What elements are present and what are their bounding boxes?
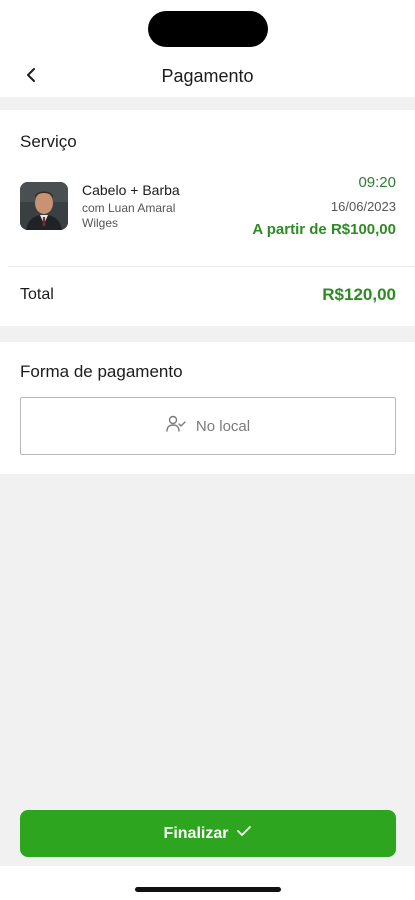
finalize-label: Finalizar <box>163 824 229 842</box>
dynamic-island <box>148 11 268 47</box>
page-title: Pagamento <box>161 66 254 86</box>
service-date: 16/06/2023 <box>330 199 396 214</box>
payment-section-title: Forma de pagamento <box>20 362 183 381</box>
home-indicator[interactable] <box>135 887 281 892</box>
professional-avatar <box>20 182 68 230</box>
finalize-button[interactable]: Finalizar <box>20 810 396 857</box>
service-name: Cabelo + Barba <box>82 182 180 198</box>
service-price: A partir de R$100,00 <box>252 221 396 238</box>
divider <box>8 266 415 267</box>
checkmark-icon <box>236 824 252 843</box>
bottom-safe-area <box>0 866 415 900</box>
payment-screen: Pagamento Serviço Cabelo + Barba com Lua… <box>0 0 415 900</box>
service-section-title: Serviço <box>20 132 77 151</box>
total-label: Total <box>20 286 54 303</box>
service-time: 09:20 <box>358 174 396 191</box>
user-check-icon <box>166 415 186 438</box>
service-professional: com Luan Amaral Wilges <box>82 201 176 230</box>
payment-method-card: Forma de pagamento No local <box>0 342 415 474</box>
payment-option-label: No local <box>195 417 251 435</box>
service-card: Serviço Cabelo + Barba com Luan Amaral W… <box>0 110 415 326</box>
payment-option-on-site[interactable]: No local <box>20 397 396 455</box>
total-value: R$120,00 <box>322 285 396 304</box>
top-bar: Pagamento <box>0 0 415 97</box>
